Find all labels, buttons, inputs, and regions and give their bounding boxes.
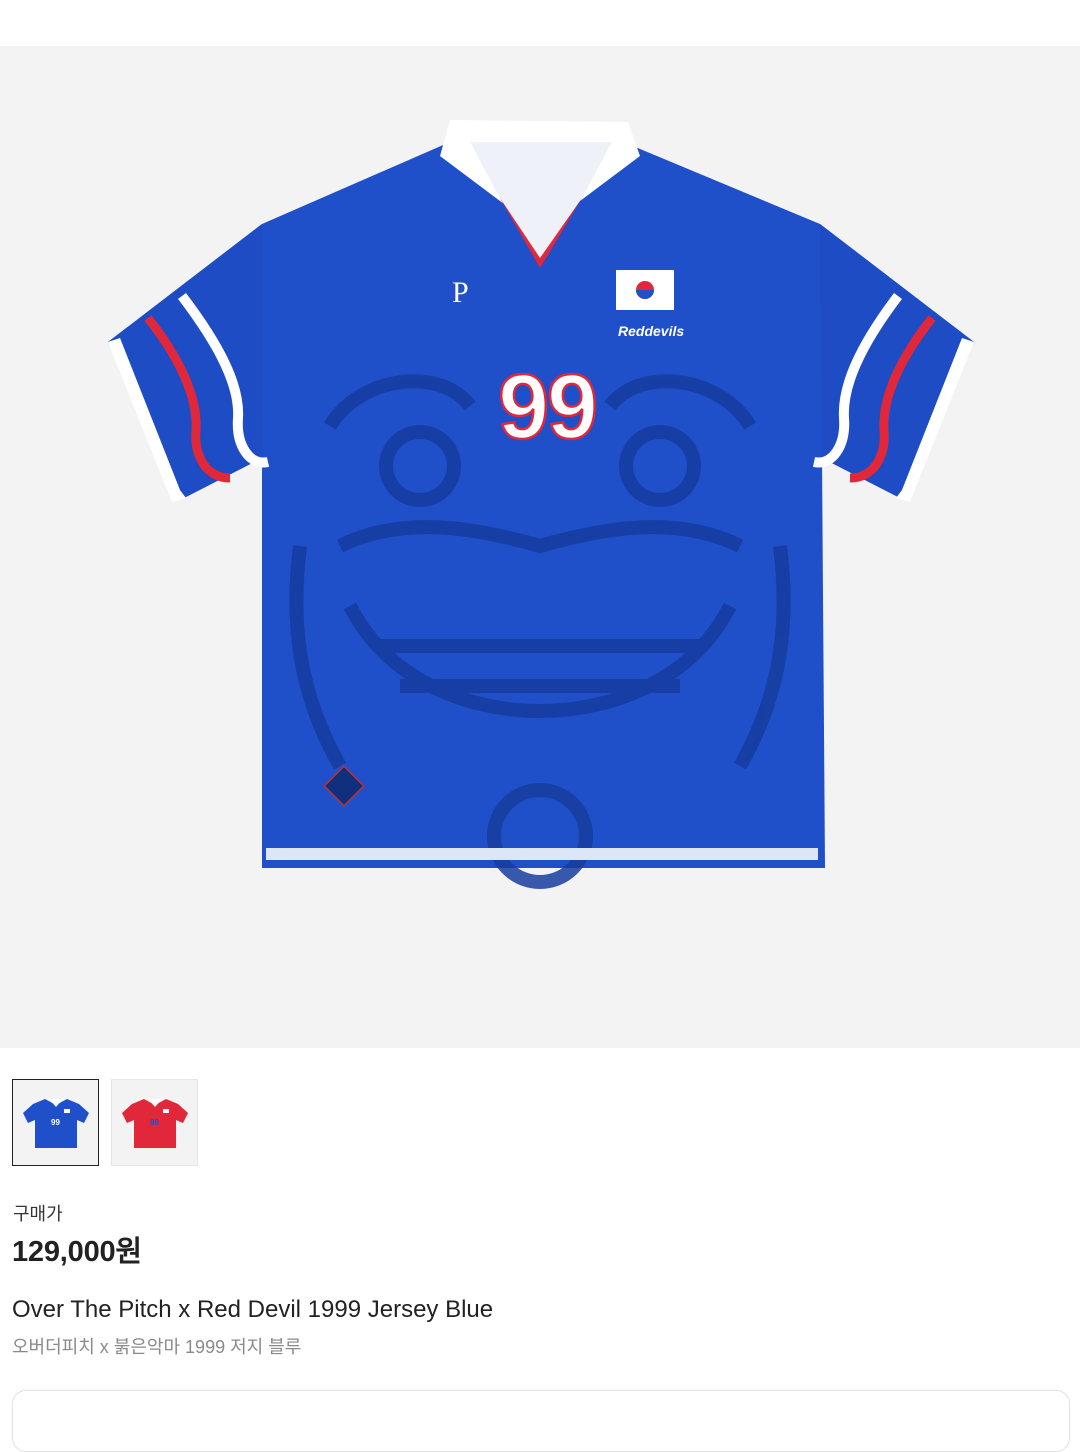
jersey-number: 99 [498,356,598,458]
thumbnail-red-number: 99 [150,1118,159,1127]
sleeve-right [820,224,974,498]
hem-stripe [266,848,818,860]
sleeve-left [108,224,262,498]
thumbnail-list: 99 99 [12,1079,198,1166]
product-title-en: Over The Pitch x Red Devil 1999 Jersey B… [12,1296,494,1323]
price-label: 구매가 [13,1204,63,1224]
product-image[interactable]: P Reddevils 99 [0,46,1080,1048]
brand-logo: P [452,276,469,309]
top-bar [0,0,1080,46]
price: 129,000원 [12,1236,142,1268]
jersey-image: P Reddevils 99 [108,120,974,889]
bottom-card [12,1390,1070,1452]
thumbnail-blue-number: 99 [51,1118,60,1127]
product-title-ko: 오버더피치 x 붉은악마 1999 저지 블루 [12,1337,302,1357]
thumbnail-red-image: 99 [121,1098,188,1148]
thumbnail-blue-image: 99 [22,1098,89,1148]
thumbnail-red[interactable]: 99 [111,1079,198,1166]
svg-text:Reddevils: Reddevils [618,323,684,339]
thumbnail-blue[interactable]: 99 [12,1079,99,1166]
